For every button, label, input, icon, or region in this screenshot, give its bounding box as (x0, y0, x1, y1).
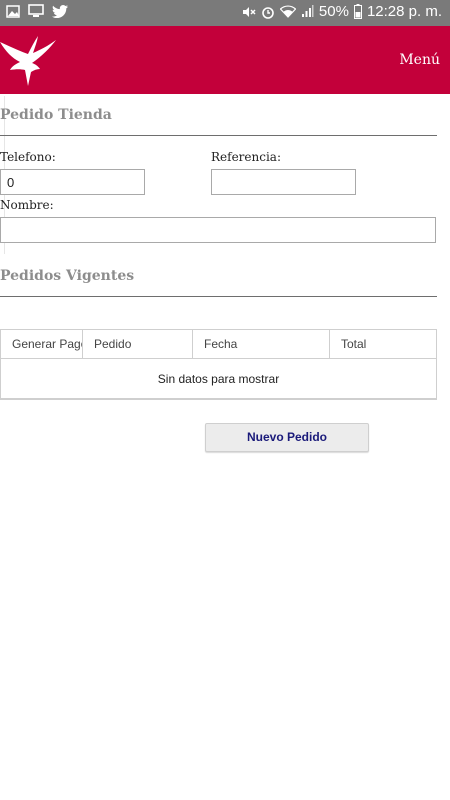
menu-button[interactable]: Menú (399, 52, 440, 68)
section-title-pedido-tienda: Pedido Tienda (0, 107, 112, 123)
referencia-input[interactable] (211, 169, 356, 195)
telefono-input[interactable] (0, 169, 145, 195)
wifi-icon (279, 5, 296, 18)
nuevo-pedido-button[interactable]: Nuevo Pedido (205, 423, 369, 452)
telefono-label: Telefono: (0, 150, 56, 164)
clock: 12:28 p. m. (366, 3, 442, 20)
empty-message: Sin datos para mostrar (157, 372, 280, 386)
alarm-icon (261, 5, 275, 19)
divider (0, 135, 437, 136)
divider (0, 296, 437, 297)
battery-percent: 50% (318, 3, 349, 20)
nombre-label: Nombre: (0, 198, 54, 212)
monitor-icon (28, 4, 44, 18)
referencia-label: Referencia: (211, 150, 282, 164)
column-header-fecha[interactable]: Fecha (193, 330, 330, 358)
bird-logo[interactable] (0, 34, 60, 88)
image-icon (6, 4, 20, 18)
status-bar: 50% 12:28 p. m. (0, 0, 450, 26)
mute-icon (242, 5, 256, 19)
table-header: Generar Pago Pedido Fecha Total (1, 330, 436, 359)
section-title-pedidos-vigentes: Pedidos Vigentes (0, 268, 135, 284)
column-header-generar-pago[interactable]: Generar Pago (1, 330, 83, 358)
battery-icon (353, 4, 362, 19)
nombre-input[interactable] (0, 217, 436, 243)
twitter-icon (52, 4, 68, 18)
signal-icon (301, 5, 314, 18)
column-header-total[interactable]: Total (330, 330, 436, 358)
orders-table: Generar Pago Pedido Fecha Total Sin dato… (0, 329, 437, 400)
app-header: Menú (0, 26, 450, 94)
column-header-pedido[interactable]: Pedido (83, 330, 193, 358)
